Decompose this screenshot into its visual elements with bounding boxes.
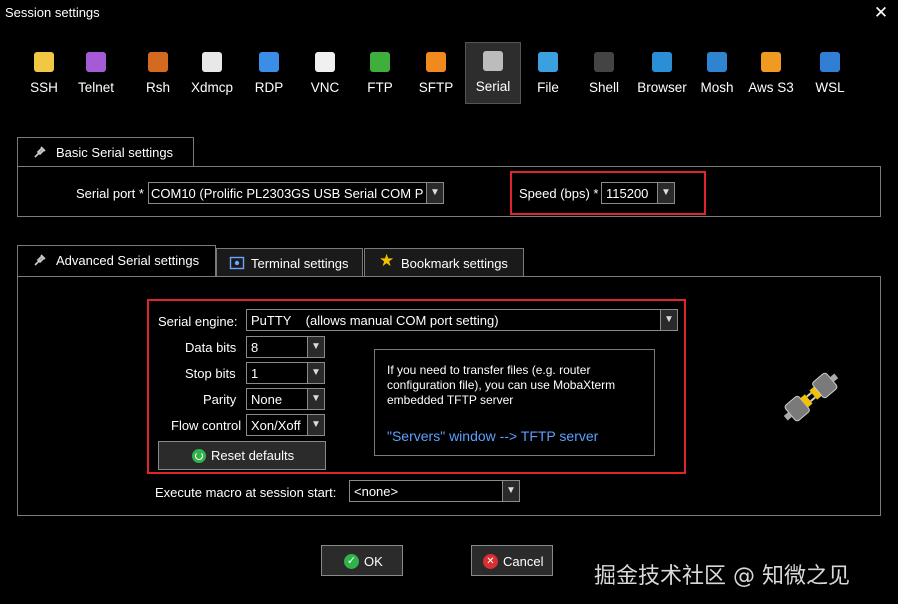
aws-s3-icon	[761, 52, 781, 72]
session-type-browser[interactable]: Browser	[636, 44, 688, 104]
session-type-sftp[interactable]: SFTP	[410, 44, 462, 104]
speed-highlight-box	[510, 171, 706, 215]
execute-macro-value: <none>	[354, 484, 399, 499]
plug-icon	[34, 146, 46, 158]
session-type-ftp[interactable]: FTP	[354, 44, 406, 104]
serial-plug-icon	[783, 372, 839, 422]
rsh-icon	[148, 52, 168, 72]
session-type-xdmcp[interactable]: Xdmcp	[186, 44, 238, 104]
session-type-shell[interactable]: Shell	[578, 44, 630, 104]
session-type-rsh[interactable]: Rsh	[132, 44, 184, 104]
sftp-icon	[426, 52, 446, 72]
tab-advanced-serial-settings[interactable]: Advanced Serial settings	[17, 245, 216, 277]
telnet-icon	[86, 52, 106, 72]
close-icon[interactable]: ✕	[869, 2, 893, 24]
session-type-ssh[interactable]: SSH	[18, 44, 70, 104]
serial-port-value: COM10 (Prolific PL2303GS USB Serial COM …	[151, 186, 424, 201]
star-icon: ★	[379, 251, 395, 270]
chevron-down-icon: ▼	[502, 481, 519, 501]
session-settings-window: Session settings ✕ SSH Telnet Rsh Xdmcp RDP V…	[0, 0, 898, 604]
session-type-wsl[interactable]: WSL	[804, 44, 856, 104]
browser-icon	[652, 52, 672, 72]
window-title: Session settings	[5, 5, 100, 20]
terminal-settings-icon	[229, 256, 245, 270]
tab-terminal-label: Terminal settings	[251, 256, 349, 271]
session-type-aws-s3[interactable]: Aws S3	[745, 44, 797, 104]
ftp-icon	[370, 52, 390, 72]
ok-button[interactable]: ✓ OK	[321, 545, 403, 576]
advanced-highlight-box	[147, 299, 686, 474]
session-type-mosh[interactable]: Mosh	[691, 44, 743, 104]
cancel-label: Cancel	[503, 554, 544, 569]
tab-advanced-serial-label: Advanced Serial settings	[56, 253, 200, 268]
xdmcp-icon	[202, 52, 222, 72]
tab-basic-serial-settings[interactable]: Basic Serial settings	[17, 137, 194, 167]
title-bar: Session settings ✕	[0, 0, 898, 26]
serial-port-label: Serial port *	[76, 186, 144, 201]
check-icon: ✓	[344, 554, 359, 569]
tab-basic-serial-label: Basic Serial settings	[56, 145, 174, 160]
cancel-icon: ✕	[483, 554, 498, 569]
tab-bookmark-label: Bookmark settings	[401, 256, 508, 271]
rdp-icon	[259, 52, 279, 72]
wsl-icon	[820, 52, 840, 72]
file-icon	[538, 52, 558, 72]
basic-serial-panel: Serial port * COM10 (Prolific PL2303GS U…	[17, 166, 881, 217]
execute-macro-label: Execute macro at session start:	[155, 485, 337, 500]
cancel-button[interactable]: ✕ Cancel	[471, 545, 553, 576]
tab-terminal-settings[interactable]: Terminal settings	[216, 248, 363, 276]
ok-label: OK	[364, 554, 383, 569]
ssh-icon	[34, 52, 54, 72]
vnc-icon	[315, 52, 335, 72]
session-type-file[interactable]: File	[522, 44, 574, 104]
serial-icon	[483, 51, 503, 71]
execute-macro-select[interactable]: <none> ▼	[349, 480, 520, 502]
tab-bookmark-settings[interactable]: ★ Bookmark settings	[364, 248, 524, 276]
session-type-rdp[interactable]: RDP	[243, 44, 295, 104]
chevron-down-icon: ▼	[426, 183, 443, 203]
plug-icon	[34, 254, 46, 266]
session-type-vnc[interactable]: VNC	[299, 44, 351, 104]
serial-port-select[interactable]: COM10 (Prolific PL2303GS USB Serial COM …	[148, 182, 444, 204]
shell-icon	[594, 52, 614, 72]
session-type-telnet[interactable]: Telnet	[70, 44, 122, 104]
session-type-label: WSL	[815, 80, 845, 95]
watermark-text: 掘金技术社区 @ 知微之见	[594, 564, 850, 589]
mosh-icon	[707, 52, 727, 72]
